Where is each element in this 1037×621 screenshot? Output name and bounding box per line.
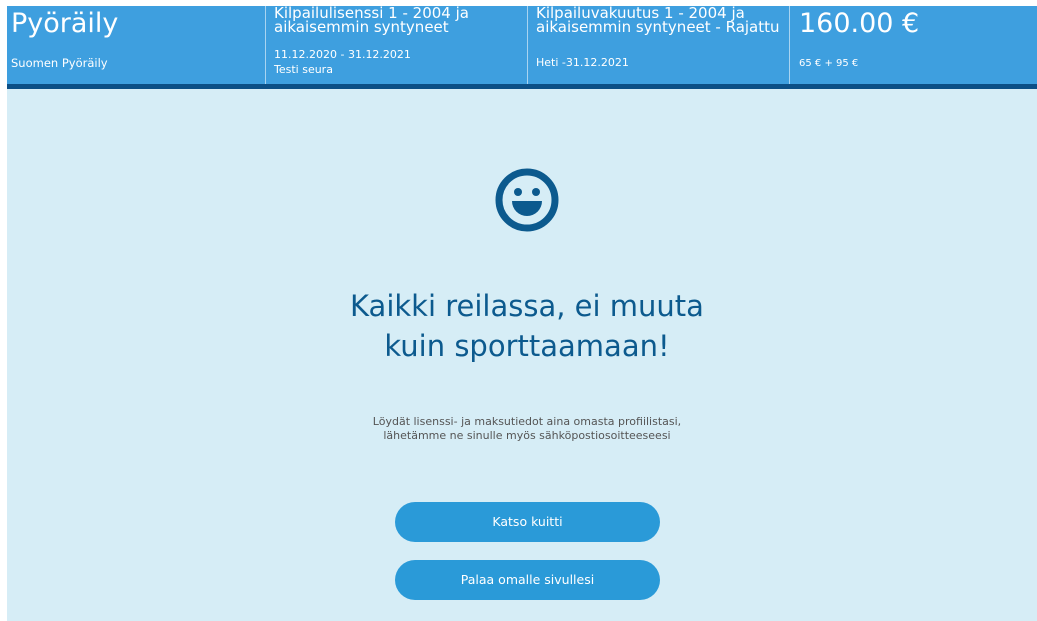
brand-column: Pyöräily Suomen Pyöräily xyxy=(7,6,264,84)
smiley-face-icon xyxy=(495,168,559,232)
success-headline: Kaikki reilassa, ei muuta kuin sporttaam… xyxy=(350,289,704,363)
page-frame: Pyöräily Suomen Pyöräily Kilpailulisenss… xyxy=(7,6,1037,621)
license-club: Testi seura xyxy=(274,63,333,76)
insurance-validity: Heti -31.12.2021 xyxy=(536,56,629,69)
license-title: Kilpailulisenssi 1 - 2004 ja aikaisemmin… xyxy=(274,6,469,36)
insurance-title: Kilpailuvakuutus 1 - 2004 ja aikaisemmin… xyxy=(536,6,780,36)
sport-title: Pyöräily xyxy=(11,8,119,39)
price-breakdown: 65 € + 95 € xyxy=(799,58,859,69)
info-text: Löydät lisenssi- ja maksutiedot aina oma… xyxy=(372,415,682,442)
insurance-column: Kilpailuvakuutus 1 - 2004 ja aikaisemmin… xyxy=(527,6,789,84)
back-to-profile-button[interactable]: Palaa omalle sivullesi xyxy=(395,560,660,600)
order-summary-header: Pyöräily Suomen Pyöräily Kilpailulisenss… xyxy=(7,6,1037,84)
price-column: 160.00 € 65 € + 95 € xyxy=(789,6,1037,84)
license-column: Kilpailulisenssi 1 - 2004 ja aikaisemmin… xyxy=(265,6,527,84)
view-receipt-button[interactable]: Katso kuitti xyxy=(395,502,660,542)
federation-name: Suomen Pyöräily xyxy=(11,56,108,70)
header-divider xyxy=(7,84,1037,89)
license-validity: 11.12.2020 - 31.12.2021 xyxy=(274,48,411,61)
total-price: 160.00 € xyxy=(799,8,920,39)
